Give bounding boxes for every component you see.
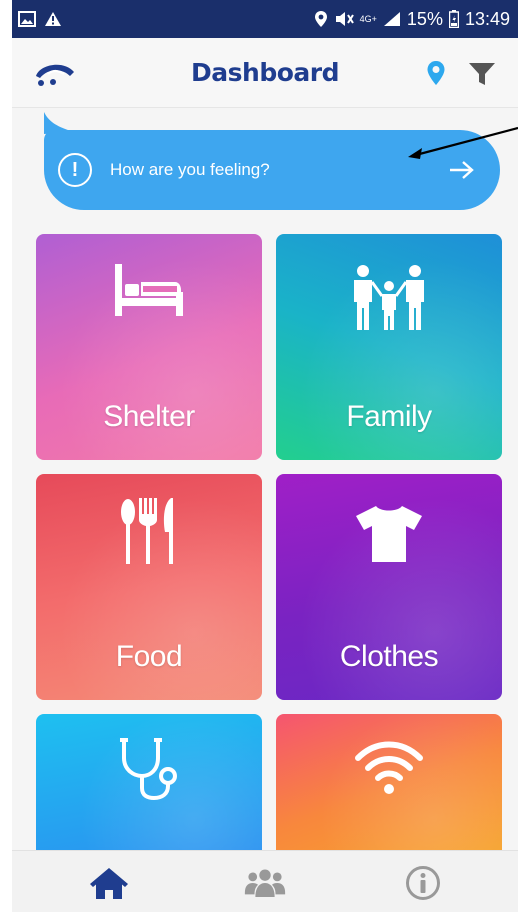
bed-icon xyxy=(115,264,183,316)
stethoscope-icon xyxy=(120,738,177,801)
warning-icon xyxy=(45,12,61,26)
tile-health[interactable] xyxy=(36,714,262,864)
tile-shelter[interactable]: Shelter xyxy=(36,234,262,460)
app-header: Dashboard xyxy=(12,38,518,108)
image-icon xyxy=(18,11,36,27)
home-icon xyxy=(90,868,128,899)
tile-food[interactable]: Food xyxy=(36,474,262,700)
nav-info[interactable] xyxy=(402,865,444,901)
info-icon xyxy=(406,866,440,900)
people-icon xyxy=(244,869,286,897)
tile-label: Shelter xyxy=(103,400,195,433)
tile-family[interactable]: Family xyxy=(276,234,502,460)
network-icon: 4G+ xyxy=(359,13,377,24)
location-icon xyxy=(314,11,327,27)
status-bar: 4G+ 15% 13:49 xyxy=(12,0,518,38)
battery-icon xyxy=(448,10,459,28)
cutlery-icon xyxy=(121,498,173,564)
family-icon xyxy=(354,265,424,330)
location-pin-icon[interactable] xyxy=(426,60,446,86)
exclamation-icon: ! xyxy=(58,153,92,187)
mute-icon xyxy=(335,12,354,26)
nav-home[interactable] xyxy=(88,865,130,901)
filter-icon[interactable] xyxy=(468,62,496,86)
tshirt-icon xyxy=(356,506,422,562)
phone-screen: 4G+ 15% 13:49 Dashboard ! How are you fe… xyxy=(12,0,518,912)
tile-wifi[interactable] xyxy=(276,714,502,864)
feeling-prompt: How are you feeling? xyxy=(110,160,270,179)
annotation-arrow xyxy=(408,126,518,159)
battery-percent: 15% xyxy=(406,8,443,29)
tile-label: Food xyxy=(115,640,183,673)
clock: 13:49 xyxy=(464,8,510,29)
tile-clothes[interactable]: Clothes xyxy=(276,474,502,700)
bottom-navigation xyxy=(12,850,518,912)
nav-community[interactable] xyxy=(244,865,286,901)
tile-label: Family xyxy=(346,400,432,433)
tile-label: Clothes xyxy=(339,640,439,673)
signal-icon xyxy=(383,12,400,26)
wifi-icon xyxy=(355,741,423,794)
